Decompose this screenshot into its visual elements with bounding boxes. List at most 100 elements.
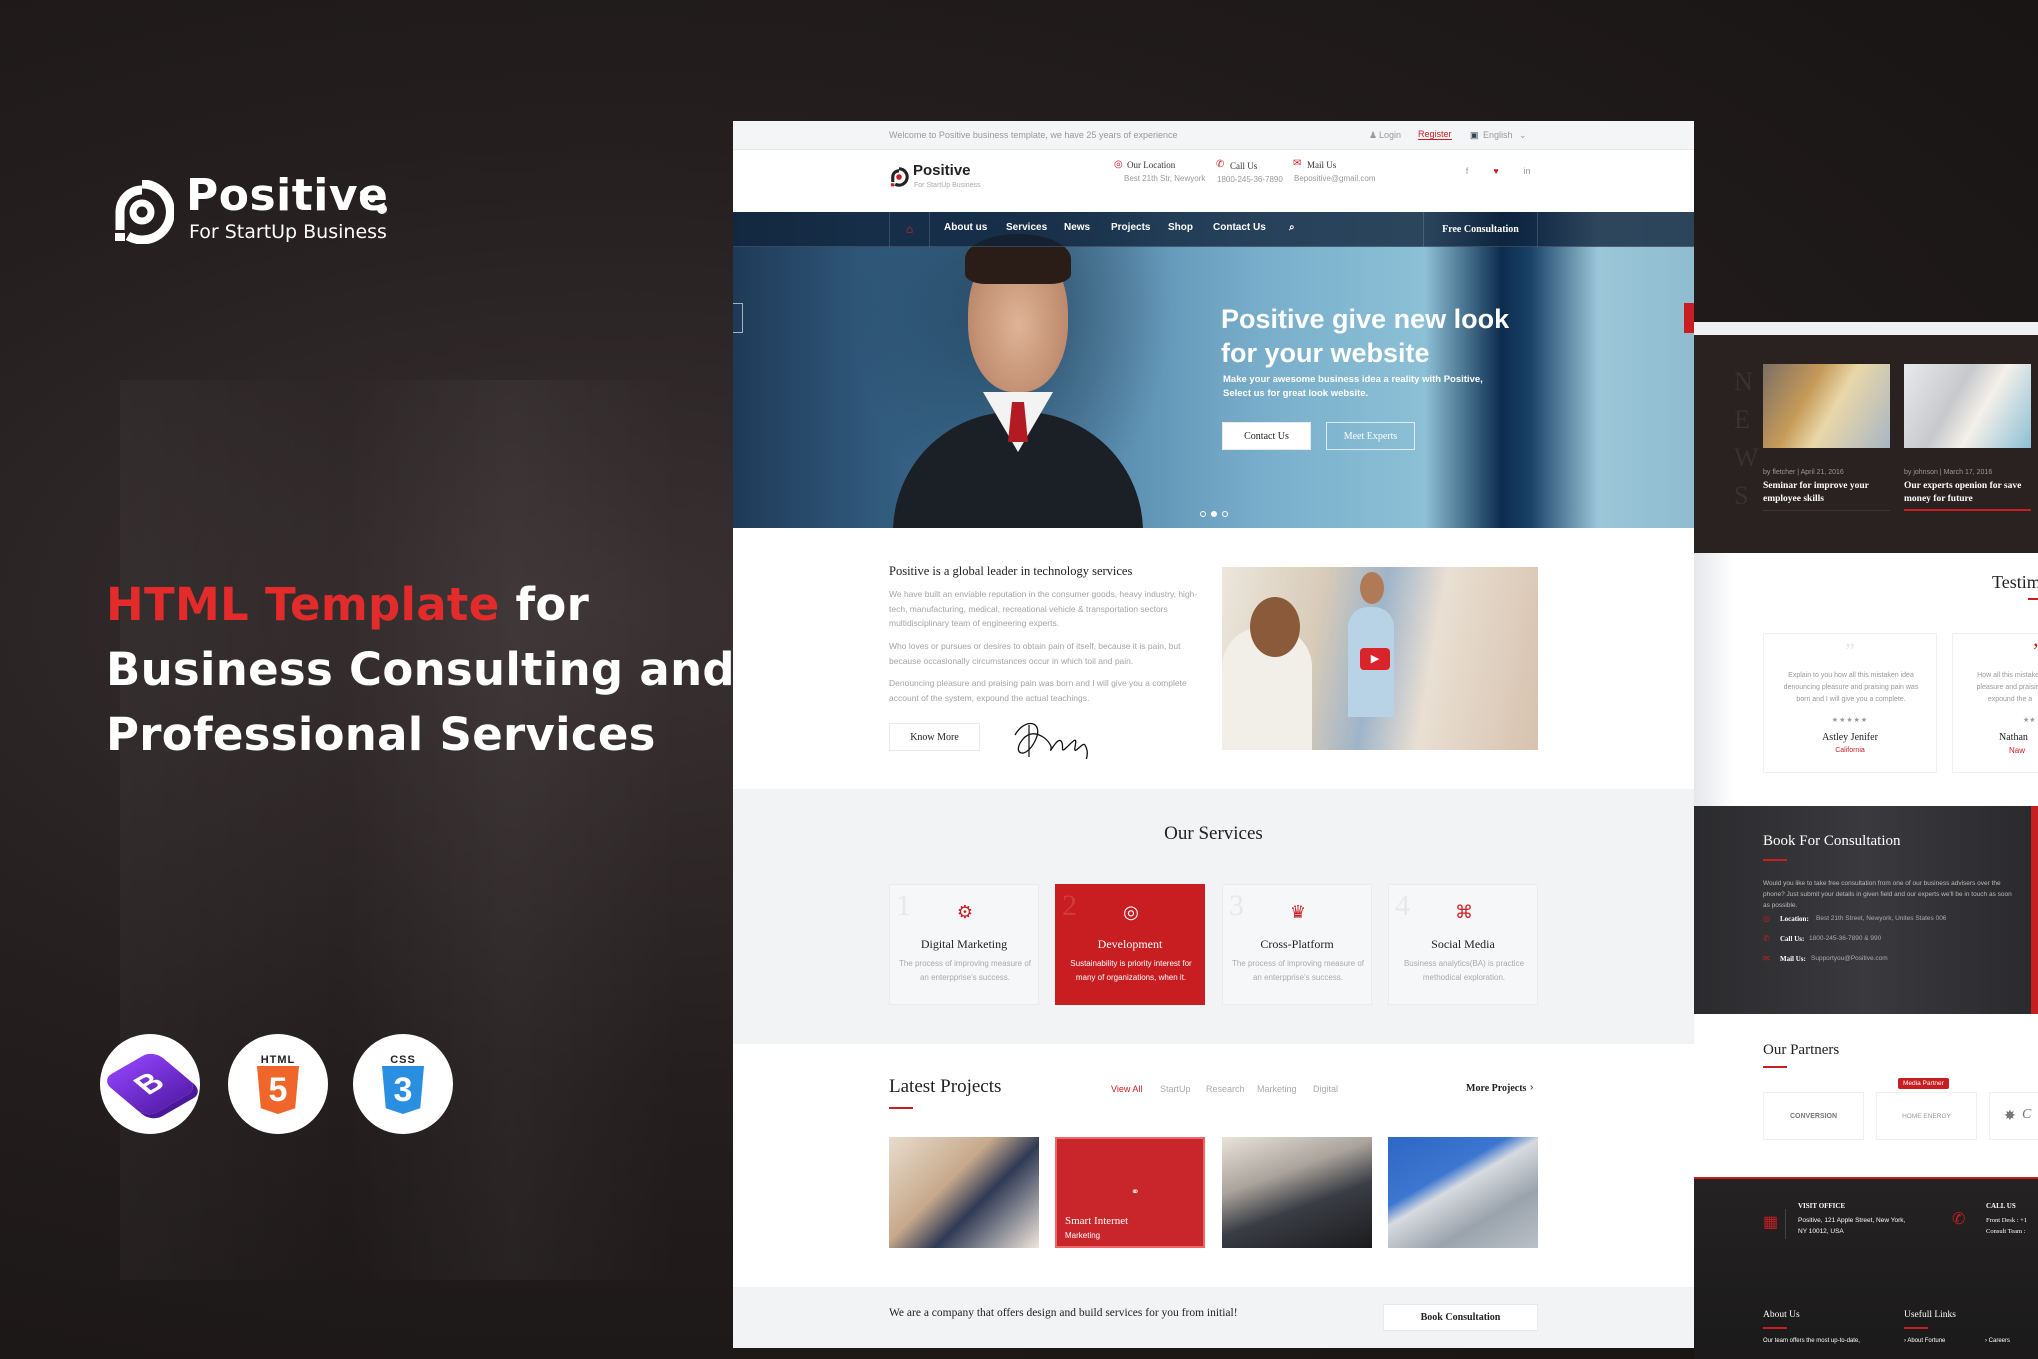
- project-thumb-meeting[interactable]: [889, 1137, 1039, 1248]
- hero-next-arrow[interactable]: [1684, 303, 1694, 333]
- site-logo-name[interactable]: Positive: [913, 162, 971, 179]
- news-1-divider: [1763, 510, 1890, 511]
- news-2-underline: [1904, 509, 2031, 511]
- home-icon[interactable]: ⌂: [889, 212, 930, 247]
- free-consultation-button[interactable]: Free Consultation: [1423, 212, 1538, 247]
- partner-logo-3[interactable]: ✸ C: [1989, 1092, 2038, 1140]
- slider-dot-2-active[interactable]: [1211, 511, 1217, 517]
- partner-name: CONVERSION: [1789, 1112, 1838, 1120]
- filter-digital[interactable]: Digital: [1313, 1084, 1338, 1094]
- nav-shop[interactable]: Shop: [1168, 222, 1193, 233]
- footer-link-about-fortune[interactable]: › About Fortune: [1904, 1338, 1945, 1344]
- book-title: Book For Consultation: [1763, 833, 1901, 849]
- service-description: Sustainability is priority interest for …: [1070, 959, 1192, 982]
- register-link[interactable]: Register: [1418, 129, 1452, 140]
- news-image-2[interactable]: [1904, 364, 2031, 448]
- nav-projects[interactable]: Projects: [1111, 222, 1150, 233]
- trophy-icon: ♛: [1289, 902, 1307, 922]
- cta-text: We are a company that offers design and …: [889, 1307, 1238, 1319]
- hero-title-line-2: for your website: [1221, 338, 1430, 368]
- news-2-meta: by johnson | March 17, 2016: [1904, 469, 1993, 476]
- visit-office-address: Positive, 121 Apple Street, New York, NY …: [1798, 1215, 1905, 1237]
- login-link[interactable]: Login: [1379, 130, 1401, 140]
- top-strip: [1694, 322, 2038, 335]
- service-card[interactable]: 2 ◎ Development Sustainability is priori…: [1055, 884, 1205, 1005]
- project-thumb-smart-internet[interactable]: ⚭ Smart Internet Marketing: [1055, 1137, 1205, 1248]
- location-icon: ◎: [1763, 914, 1770, 923]
- brand-dots-icon: [360, 190, 387, 214]
- slider-dot-1[interactable]: [1200, 511, 1206, 517]
- gear-badge-icon: ⚙: [956, 902, 974, 922]
- language-select[interactable]: English: [1483, 130, 1513, 140]
- project-thumb-laptop[interactable]: [1222, 1137, 1372, 1248]
- linkedin-icon[interactable]: in: [1520, 166, 1534, 176]
- footer-link-label[interactable]: About Fortune: [1907, 1338, 1945, 1344]
- call-line: Consult Team :: [1986, 1228, 2026, 1235]
- footer-about-underline: [1763, 1327, 1787, 1329]
- hero-title-line-1: Positive give new look: [1221, 304, 1510, 334]
- facebook-icon[interactable]: f: [1460, 166, 1474, 176]
- news-1-title[interactable]: Seminar for improve your employee skills: [1763, 480, 1890, 506]
- service-card[interactable]: 4 ⌘ Social Media Business analytics(BA) …: [1388, 884, 1538, 1005]
- know-more-button[interactable]: Know More: [889, 723, 980, 751]
- service-card[interactable]: 3 ♛ Cross-Platform The process of improv…: [1222, 884, 1372, 1005]
- service-number: 4: [1395, 889, 1410, 922]
- service-card[interactable]: 1 ⚙ Digital Marketing The process of imp…: [889, 884, 1039, 1005]
- book-consultation-button[interactable]: Book Consultation: [1383, 1304, 1538, 1331]
- footer-link-careers[interactable]: › Careers: [1985, 1338, 2010, 1344]
- testimonial-card-1: ” Explain to you how all this mistaken i…: [1763, 633, 1937, 773]
- play-icon[interactable]: ▶: [1360, 648, 1390, 670]
- nav-services[interactable]: Services: [1006, 222, 1047, 233]
- filter-view-all[interactable]: View All: [1111, 1084, 1142, 1094]
- website-mockup-secondary: N E W S by fletcher | April 21, 2016 Sem…: [1694, 322, 2038, 1359]
- news-author: by johnson: [1904, 469, 1938, 476]
- video-thumbnail[interactable]: ▶: [1222, 567, 1538, 750]
- about-paragraph-3: Denouncing pleasure and praising pain wa…: [889, 678, 1187, 703]
- about-paragraph-2: Who loves or pursues or desires to obtai…: [889, 641, 1181, 666]
- nav-contact-us[interactable]: Contact Us: [1213, 222, 1266, 233]
- filter-research[interactable]: Research: [1206, 1084, 1245, 1094]
- address-line: NY 10012, USA: [1798, 1228, 1844, 1235]
- footer: ▦ VISIT OFFICE Positive, 121 Apple Stree…: [1694, 1177, 2038, 1359]
- services-title: Our Services: [1164, 823, 1263, 844]
- footer-links-title: Usefull Links: [1904, 1310, 1956, 1320]
- nav-news[interactable]: News: [1064, 222, 1090, 233]
- search-icon[interactable]: ⌕: [1289, 222, 1295, 233]
- hero-prev-arrow[interactable]: [733, 303, 743, 333]
- project-category: Marketing: [1065, 1231, 1101, 1240]
- slider-dot-3[interactable]: [1222, 511, 1228, 517]
- more-projects-link[interactable]: More Projects: [1466, 1083, 1526, 1094]
- partner-logo-home-energy[interactable]: HOME ENERGY: [1876, 1092, 1977, 1140]
- twitter-icon[interactable]: ♥: [1489, 166, 1503, 176]
- phone-icon: ✆: [1216, 159, 1225, 170]
- footer-link-label[interactable]: Careers: [1989, 1338, 2010, 1344]
- testimonial-text: Explain to you how all this mistaken ide…: [1783, 672, 1919, 703]
- bootstrap-badge: B: [100, 1034, 200, 1134]
- news-2-title[interactable]: Our experts openion for save money for f…: [1904, 480, 2038, 506]
- call-value: 1800-245-36-7890: [1217, 175, 1283, 184]
- testimonial-place: Naw: [2009, 746, 2026, 755]
- bootstrap-letter: B: [126, 1066, 173, 1101]
- news-image-1[interactable]: [1763, 364, 1890, 448]
- news-date: March 17, 2016: [1943, 469, 1993, 476]
- hero-title: Positive give new look for your website: [1221, 302, 1509, 370]
- book-call-label: Call Us:: [1780, 935, 1805, 943]
- brand-tagline: For StartUp Business: [189, 221, 387, 243]
- filter-marketing[interactable]: Marketing: [1257, 1084, 1297, 1094]
- footer-about-title: About Us: [1763, 1310, 1800, 1320]
- html-label: HTML: [260, 1054, 296, 1066]
- partner-logo-conversion[interactable]: CONVERSION: [1763, 1092, 1864, 1140]
- top-bar: Welcome to Positive business template, w…: [733, 121, 1694, 150]
- welcome-text: Welcome to Positive business template, w…: [889, 130, 1178, 140]
- project-thumb-truck[interactable]: [1388, 1137, 1538, 1248]
- contact-us-button[interactable]: Contact Us: [1222, 422, 1311, 450]
- nav-about-us[interactable]: About us: [944, 222, 987, 233]
- meet-experts-button[interactable]: Meet Experts: [1326, 422, 1415, 450]
- call-us-numbers: Front Desk : +1 Consult Team :: [1986, 1215, 2027, 1237]
- book-location-value: Best 21th Street, Newyork, Unites States…: [1816, 915, 1947, 922]
- filter-startup[interactable]: StartUp: [1160, 1084, 1191, 1094]
- network-icon: ⌘: [1455, 902, 1473, 922]
- headline-rest: for: [499, 578, 590, 631]
- red-edge: [2031, 806, 2038, 1014]
- link-icon[interactable]: ⚭: [1131, 1187, 1139, 1198]
